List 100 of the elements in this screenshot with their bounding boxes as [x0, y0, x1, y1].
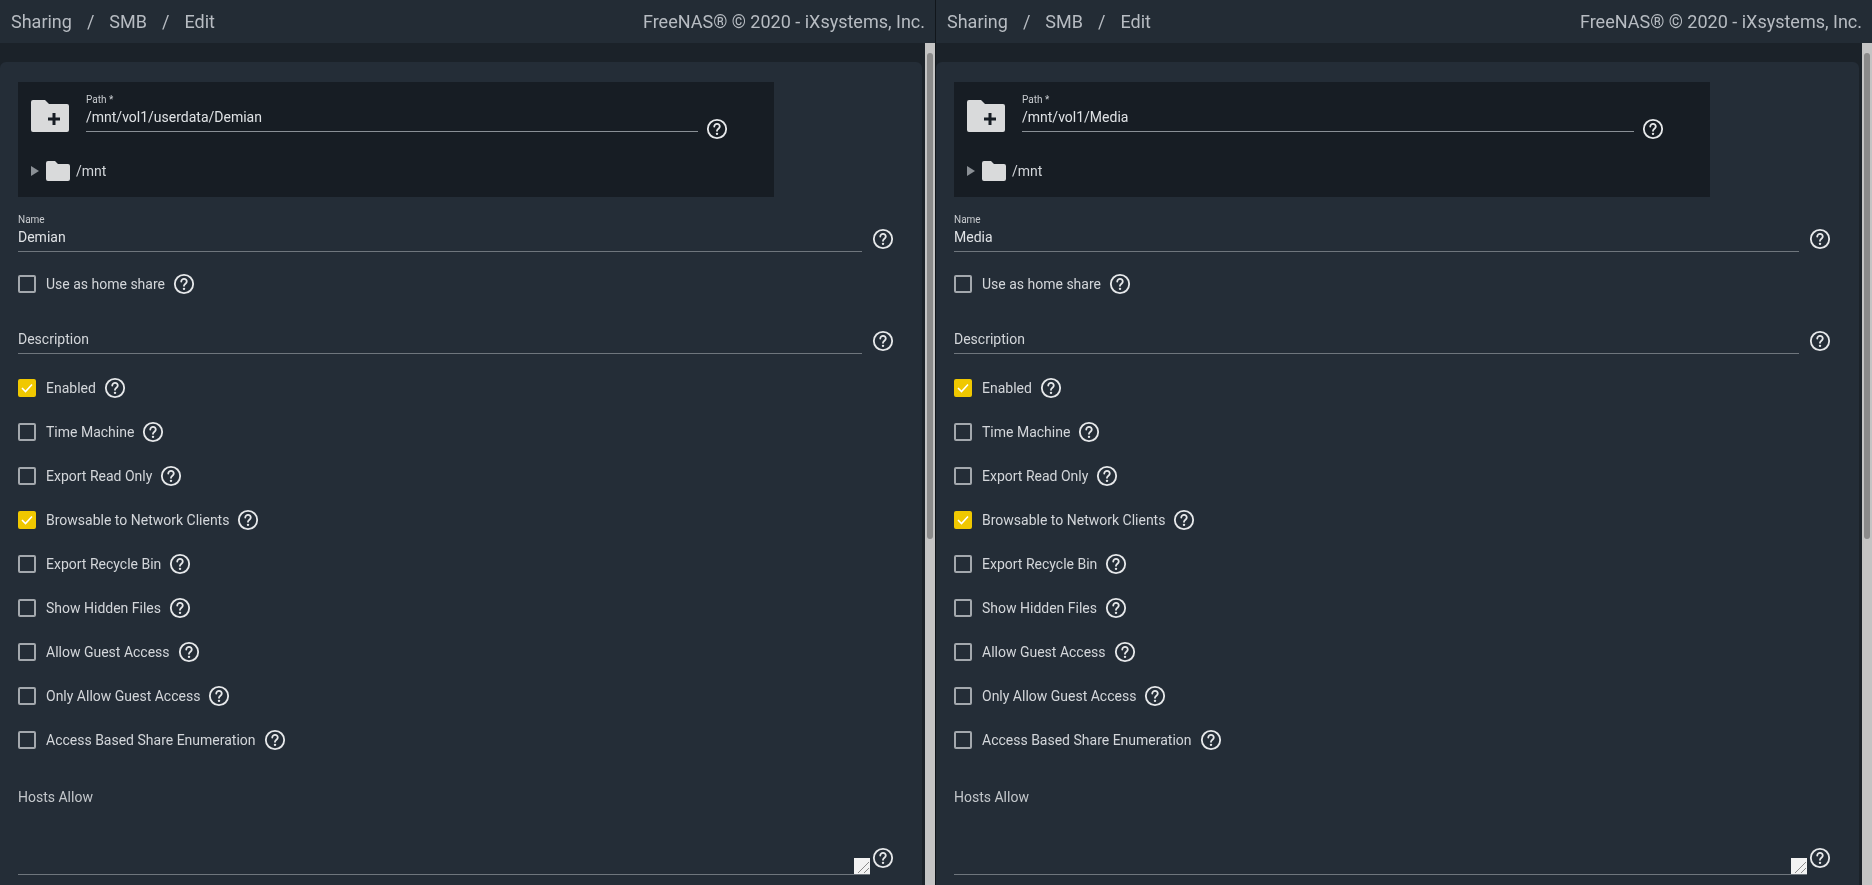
help-icon[interactable] [263, 729, 286, 751]
help-icon[interactable] [173, 273, 195, 295]
check-icon [957, 383, 969, 393]
folder-icon [982, 161, 1006, 181]
caret-icon[interactable] [966, 166, 976, 176]
check-icon [21, 383, 33, 393]
checkbox[interactable] [18, 643, 36, 661]
folder-icon [46, 161, 70, 181]
checkbox-label: Enabled [46, 380, 96, 396]
help-icon[interactable] [1078, 421, 1101, 443]
checkbox[interactable] [954, 511, 972, 529]
checkbox[interactable] [18, 379, 36, 397]
breadcrumb-link[interactable]: Edit [1120, 11, 1151, 32]
scrollbar[interactable] [1862, 43, 1872, 885]
scrollbar[interactable] [925, 43, 935, 885]
help-icon[interactable] [1096, 465, 1119, 487]
breadcrumb-separator: / [162, 11, 170, 32]
help-icon[interactable] [1173, 509, 1196, 531]
description-input[interactable]: Description [18, 331, 862, 354]
checkbox[interactable] [954, 423, 972, 441]
help-icon[interactable] [1113, 641, 1136, 663]
help-icon[interactable] [872, 228, 894, 250]
folder-add-icon[interactable] [966, 99, 1006, 133]
help-icon[interactable] [1039, 377, 1062, 399]
help-icon[interactable] [1809, 228, 1831, 250]
checkbox-label: Export Read Only [46, 468, 153, 484]
help-icon[interactable] [1105, 597, 1127, 619]
help-icon[interactable] [160, 465, 183, 487]
checkbox-label: Time Machine [46, 424, 135, 440]
checkbox[interactable] [18, 275, 36, 293]
help-icon[interactable] [1809, 847, 1831, 869]
checkbox[interactable] [18, 511, 36, 529]
checkbox-label: Only Allow Guest Access [46, 688, 201, 704]
checkbox[interactable] [18, 467, 36, 485]
breadcrumb-link[interactable]: SMB [1045, 11, 1083, 32]
checkbox-label: Export Read Only [982, 468, 1089, 484]
checkbox-label: Allow Guest Access [46, 644, 170, 660]
check-icon [21, 515, 33, 525]
help-icon[interactable] [142, 421, 165, 443]
checkbox-label: Use as home share [46, 276, 165, 292]
breadcrumb-link[interactable]: Edit [184, 11, 215, 32]
breadcrumb-separator: / [1022, 11, 1031, 32]
checkbox-label: Use as home share [982, 276, 1101, 292]
resize-handle-icon[interactable] [854, 858, 870, 874]
help-icon[interactable] [177, 641, 200, 663]
checkbox-label: Show Hidden Files [46, 600, 161, 616]
help-icon[interactable] [103, 377, 126, 399]
checkbox[interactable] [18, 731, 36, 749]
description-input[interactable]: Description [954, 331, 1799, 354]
path-input[interactable]: Path * /mnt/vol1/userdata/Demian [86, 94, 698, 132]
breadcrumb-separator: / [86, 11, 95, 32]
checkbox[interactable] [18, 599, 36, 617]
name-input[interactable]: Name Media [954, 214, 1799, 252]
breadcrumb-link[interactable]: Sharing [11, 11, 72, 32]
help-icon[interactable] [1809, 330, 1831, 352]
help-icon[interactable] [1109, 273, 1131, 295]
checkbox-label: Show Hidden Files [982, 600, 1097, 616]
help-icon[interactable] [1144, 685, 1167, 707]
checkbox-label: Only Allow Guest Access [982, 688, 1137, 704]
breadcrumb-separator: / [1098, 11, 1106, 32]
help-icon[interactable] [208, 685, 231, 707]
checkbox[interactable] [18, 555, 36, 573]
checkbox[interactable] [954, 379, 972, 397]
help-icon[interactable] [169, 597, 191, 619]
help-icon[interactable] [1199, 729, 1222, 751]
help-icon[interactable] [1105, 553, 1128, 575]
breadcrumb-link[interactable]: Sharing [947, 11, 1008, 32]
help-icon[interactable] [872, 330, 894, 352]
checkbox[interactable] [954, 275, 972, 293]
checkbox[interactable] [18, 423, 36, 441]
checkbox-label: Browsable to Network Clients [46, 512, 230, 528]
path-input[interactable]: Path * /mnt/vol1/Media [1022, 94, 1634, 132]
checkbox-label: Time Machine [982, 424, 1071, 440]
checkbox[interactable] [954, 599, 972, 617]
caret-icon[interactable] [30, 166, 40, 176]
resize-handle-icon[interactable] [1791, 858, 1807, 874]
folder-add-icon[interactable] [30, 99, 70, 133]
checkbox[interactable] [954, 555, 972, 573]
checkbox[interactable] [954, 731, 972, 749]
hosts-allow-label: Hosts Allow [954, 789, 1030, 805]
check-icon [957, 515, 969, 525]
checkbox-label: Allow Guest Access [982, 644, 1106, 660]
name-input[interactable]: Name Demian [18, 214, 862, 252]
help-icon[interactable] [872, 847, 894, 869]
checkbox[interactable] [18, 687, 36, 705]
checkbox-label: Browsable to Network Clients [982, 512, 1166, 528]
checkbox[interactable] [954, 643, 972, 661]
checkbox-label: Export Recycle Bin [982, 556, 1098, 572]
help-icon[interactable] [237, 509, 260, 531]
help-icon[interactable] [706, 118, 728, 140]
checkbox[interactable] [954, 687, 972, 705]
hosts-allow-label: Hosts Allow [18, 789, 94, 805]
checkbox[interactable] [954, 467, 972, 485]
copyright-text: FreeNAS® © 2020 - iXsystems, Inc. [642, 11, 925, 32]
tree-node-label[interactable]: /mnt [1012, 163, 1043, 179]
help-icon[interactable] [1642, 118, 1664, 140]
tree-node-label[interactable]: /mnt [76, 163, 107, 179]
help-icon[interactable] [169, 553, 192, 575]
checkbox-label: Access Based Share Enumeration [46, 732, 256, 748]
breadcrumb-link[interactable]: SMB [109, 11, 147, 32]
